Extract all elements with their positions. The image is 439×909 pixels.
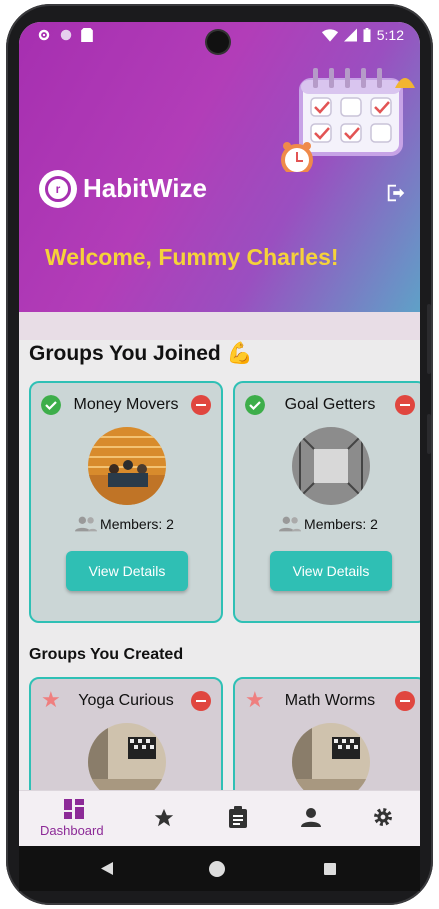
created-section-title: Groups You Created: [29, 646, 184, 663]
sd-card-icon: [81, 28, 93, 42]
star-icon[interactable]: [153, 807, 175, 829]
group-avatar: [88, 427, 166, 505]
remove-circle-icon[interactable]: [191, 691, 211, 711]
welcome-message: Welcome, Fummy Charles!: [45, 244, 339, 270]
wifi-icon: [321, 29, 338, 42]
status-time: 5:12: [376, 27, 404, 43]
calendar-illustration: [281, 68, 415, 172]
created-group-card[interactable]: ★ Yoga Curious: [29, 677, 223, 807]
app-logo: r: [39, 170, 77, 208]
view-details-button[interactable]: View Details: [270, 551, 392, 591]
recents-icon[interactable]: [324, 863, 336, 875]
member-count: Members: 2: [100, 516, 174, 532]
header-banner: 5:12 r HabitWize Welcome, Fummy Charles!: [19, 22, 420, 340]
created-group-card[interactable]: ★ Math Worms: [233, 677, 420, 807]
group-name: Math Worms: [284, 692, 376, 709]
battery-icon: [363, 28, 371, 42]
remove-circle-icon[interactable]: [191, 395, 211, 415]
joined-section-title: Groups You Joined 💪: [29, 342, 253, 365]
remove-circle-icon[interactable]: [395, 395, 415, 415]
logout-icon[interactable]: [385, 182, 407, 204]
volume-button: [427, 304, 431, 374]
group-avatar: [292, 427, 370, 505]
dashboard-icon: [64, 799, 84, 819]
nav-label-dashboard: Dashboard: [40, 823, 104, 838]
clipboard-icon[interactable]: [228, 806, 248, 828]
member-count: Members: 2: [304, 516, 378, 532]
app-screen: 5:12 r HabitWize Welcome, Fummy Charles!…: [19, 22, 420, 846]
person-icon[interactable]: [301, 807, 321, 827]
group-name: Goal Getters: [284, 396, 376, 413]
group-card[interactable]: Goal Getters Members: 2 View Details: [233, 381, 420, 623]
home-icon[interactable]: [208, 860, 226, 878]
bottom-navigation: Dashboard: [19, 790, 420, 846]
app-name: HabitWize: [83, 173, 207, 203]
nav-item-dashboard[interactable]: Dashboard: [33, 791, 113, 846]
power-button: [427, 414, 431, 454]
signal-icon: [343, 28, 357, 42]
gear-icon[interactable]: [372, 806, 394, 828]
back-icon[interactable]: [101, 862, 113, 875]
header-divider: [19, 312, 420, 340]
front-camera: [207, 31, 229, 53]
system-navigation-bar: [19, 846, 420, 891]
remove-circle-icon[interactable]: [395, 691, 415, 711]
settings-status-icon: [38, 29, 50, 41]
circle-status-icon: [60, 29, 72, 41]
view-details-button[interactable]: View Details: [66, 551, 188, 591]
group-card[interactable]: Money Movers Members: 2 View Details: [29, 381, 223, 623]
